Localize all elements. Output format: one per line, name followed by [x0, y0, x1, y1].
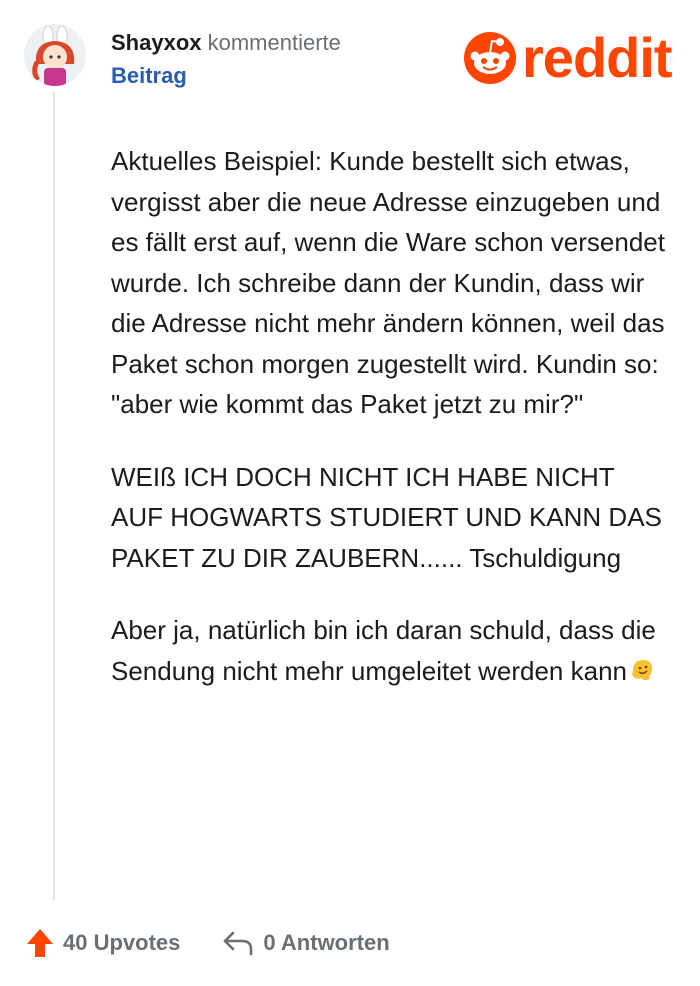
thread-line [53, 92, 55, 900]
comment-paragraph-text: Aber ja, natürlich bin ich daran schuld,… [111, 615, 656, 686]
reddit-wordmark: reddit [522, 26, 673, 89]
comment-paragraph: WEIß ICH DOCH NICHT ICH HABE NICHT AUF H… [111, 461, 662, 573]
comment-action-text: kommentierte [207, 30, 341, 55]
reply-button[interactable]: 0 Antworten [222, 930, 390, 956]
comment-paragraph: Aber ja, natürlich bin ich daran schuld,… [111, 610, 671, 691]
post-link[interactable]: Beitrag [111, 62, 341, 90]
comment-footer: 40 Upvotes 0 Antworten [26, 928, 390, 958]
author-line: Shayxox kommentierte [111, 30, 341, 56]
reply-arrow-icon [224, 931, 253, 956]
username[interactable]: Shayxox [111, 30, 202, 55]
upvote-arrow-icon [27, 929, 53, 957]
upvote-button[interactable]: 40 Upvotes [26, 928, 180, 958]
reddit-logo: reddit [464, 26, 673, 89]
avatar[interactable] [24, 24, 86, 86]
upvote-count: 40 Upvotes [63, 930, 181, 955]
comment-paragraph: Aktuelles Beispiel: Kunde bestellt sich … [111, 146, 665, 419]
melting-face-emoji-icon [632, 659, 652, 680]
reddit-snoo-icon [464, 32, 516, 84]
avatar-image [24, 24, 86, 86]
reply-count: 0 Antworten [263, 930, 390, 955]
comment-body: Aktuelles Beispiel: Kunde bestellt sich … [111, 141, 671, 723]
comment-header: Shayxox kommentierte Beitrag [111, 30, 341, 90]
